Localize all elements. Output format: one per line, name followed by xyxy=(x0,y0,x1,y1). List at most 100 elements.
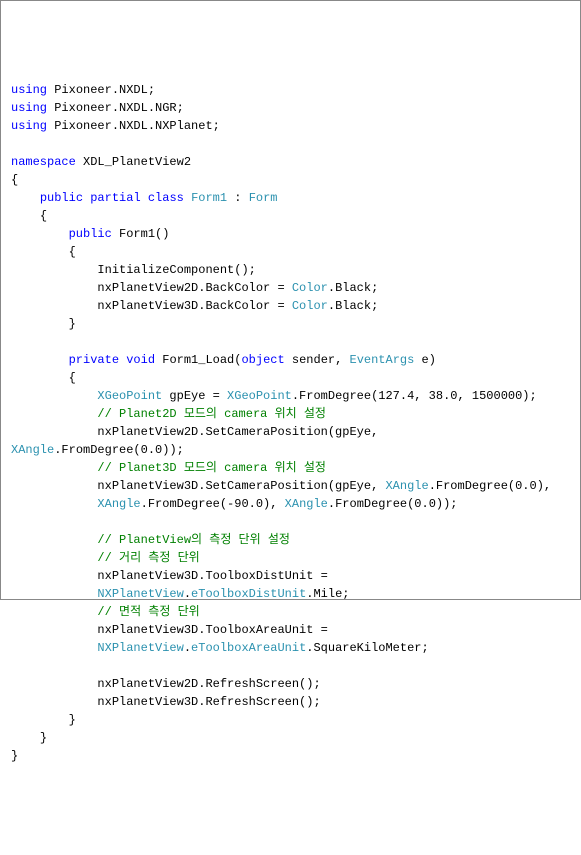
code-token: using xyxy=(11,83,47,97)
code-token: nxPlanetView2D.BackColor = xyxy=(97,281,291,295)
code-token: private xyxy=(69,353,119,367)
code-token xyxy=(184,191,191,205)
code-line: nxPlanetView2D.BackColor = Color.Black; xyxy=(11,279,570,297)
code-line: // Planet3D 모드의 camera 위치 설정 xyxy=(11,459,570,477)
code-line: private void Form1_Load(object sender, E… xyxy=(11,351,570,369)
code-line xyxy=(11,333,570,351)
code-token: eToolboxDistUnit xyxy=(191,587,306,601)
code-token: public xyxy=(40,191,83,205)
code-token: .Mile; xyxy=(306,587,349,601)
code-token: .FromDegree(0.0)); xyxy=(328,497,458,511)
code-token: using xyxy=(11,101,47,115)
code-token: .FromDegree(0.0)); xyxy=(54,443,184,457)
code-token: object xyxy=(241,353,284,367)
code-token: .SquareKiloMeter; xyxy=(306,641,428,655)
code-token: nxPlanetView3D.ToolboxDistUnit = xyxy=(97,569,335,583)
code-token: XAngle xyxy=(97,497,140,511)
code-token: namespace xyxy=(11,155,76,169)
code-token: XAngle xyxy=(285,497,328,511)
code-token: XGeoPoint xyxy=(227,389,292,403)
code-token: { xyxy=(69,371,76,385)
code-token: { xyxy=(40,209,47,223)
code-token: class xyxy=(148,191,184,205)
code-token: Form1_Load( xyxy=(155,353,241,367)
code-token: { xyxy=(11,173,18,187)
code-token: e) xyxy=(414,353,436,367)
code-token: // 거리 측정 단위 xyxy=(97,551,199,565)
code-token: .FromDegree(0.0), xyxy=(429,479,559,493)
code-token: eToolboxAreaUnit xyxy=(191,641,306,655)
code-token: nxPlanetView3D.RefreshScreen(); xyxy=(97,695,320,709)
code-token: Form1 xyxy=(191,191,227,205)
code-token xyxy=(11,659,18,673)
code-token xyxy=(11,137,18,151)
code-token: } xyxy=(69,713,76,727)
code-line: XAngle.FromDegree(-90.0), XAngle.FromDeg… xyxy=(11,495,570,513)
code-token: .Black; xyxy=(328,299,378,313)
code-line: nxPlanetView3D.SetCameraPosition(gpEye, … xyxy=(11,477,570,495)
code-token: NXPlanetView xyxy=(97,587,183,601)
code-token: // Planet3D 모드의 camera 위치 설정 xyxy=(97,461,326,475)
code-line: public partial class Form1 : Form xyxy=(11,189,570,207)
code-token: } xyxy=(40,731,47,745)
code-token: using xyxy=(11,119,47,133)
code-token: partial xyxy=(90,191,140,205)
code-line: using Pixoneer.NXDL.NGR; xyxy=(11,99,570,117)
code-line: { xyxy=(11,171,570,189)
code-token: nxPlanetView3D.ToolboxAreaUnit = xyxy=(97,623,335,637)
code-line: { xyxy=(11,207,570,225)
code-line: nxPlanetView3D.ToolboxAreaUnit = xyxy=(11,621,570,639)
code-line: NXPlanetView.eToolboxAreaUnit.SquareKilo… xyxy=(11,639,570,657)
code-token xyxy=(11,335,18,349)
code-token: .Black; xyxy=(328,281,378,295)
code-line: NXPlanetView.eToolboxDistUnit.Mile; xyxy=(11,585,570,603)
code-token: NXPlanetView xyxy=(97,641,183,655)
code-token: .FromDegree(-90.0), xyxy=(141,497,285,511)
code-token: void xyxy=(126,353,155,367)
code-line: // 면적 측정 단위 xyxy=(11,603,570,621)
code-line: } xyxy=(11,711,570,729)
code-line: } xyxy=(11,315,570,333)
code-token: Pixoneer.NXDL.NGR; xyxy=(47,101,184,115)
code-token: . xyxy=(184,587,191,601)
code-line: nxPlanetView3D.BackColor = Color.Black; xyxy=(11,297,570,315)
code-block: using Pixoneer.NXDL;using Pixoneer.NXDL.… xyxy=(11,81,570,765)
code-line: InitializeComponent(); xyxy=(11,261,570,279)
code-token: { xyxy=(69,245,76,259)
code-token xyxy=(141,191,148,205)
code-token: XAngle xyxy=(11,443,54,457)
code-line: namespace XDL_PlanetView2 xyxy=(11,153,570,171)
code-token: } xyxy=(11,749,18,763)
code-line: XGeoPoint gpEye = XGeoPoint.FromDegree(1… xyxy=(11,387,570,405)
code-line xyxy=(11,513,570,531)
code-token xyxy=(11,515,18,529)
code-line xyxy=(11,657,570,675)
code-line: using Pixoneer.NXDL.NXPlanet; xyxy=(11,117,570,135)
code-token: } xyxy=(69,317,76,331)
code-line xyxy=(11,135,570,153)
code-token: XAngle xyxy=(385,479,428,493)
code-line: // Planet2D 모드의 camera 위치 설정 xyxy=(11,405,570,423)
code-token: // PlanetView의 측정 단위 설정 xyxy=(97,533,290,547)
code-token: : xyxy=(227,191,249,205)
code-token: XGeoPoint xyxy=(97,389,162,403)
code-line: // PlanetView의 측정 단위 설정 xyxy=(11,531,570,549)
code-token: public xyxy=(69,227,112,241)
code-token: XDL_PlanetView2 xyxy=(76,155,191,169)
code-token: nxPlanetView3D.SetCameraPosition(gpEye, xyxy=(97,479,385,493)
code-token: Pixoneer.NXDL; xyxy=(47,83,155,97)
code-line: { xyxy=(11,243,570,261)
code-line: nxPlanetView3D.ToolboxDistUnit = xyxy=(11,567,570,585)
code-token: gpEye = xyxy=(162,389,227,403)
code-line: // 거리 측정 단위 xyxy=(11,549,570,567)
code-token: // Planet2D 모드의 camera 위치 설정 xyxy=(97,407,326,421)
code-token: nxPlanetView2D.RefreshScreen(); xyxy=(97,677,320,691)
code-token: EventArgs xyxy=(350,353,415,367)
code-line: } xyxy=(11,747,570,765)
code-token: sender, xyxy=(285,353,350,367)
code-line: using Pixoneer.NXDL; xyxy=(11,81,570,99)
code-token: nxPlanetView3D.BackColor = xyxy=(97,299,291,313)
code-token: InitializeComponent(); xyxy=(97,263,255,277)
code-line: public Form1() xyxy=(11,225,570,243)
code-line: XAngle.FromDegree(0.0)); xyxy=(11,441,570,459)
